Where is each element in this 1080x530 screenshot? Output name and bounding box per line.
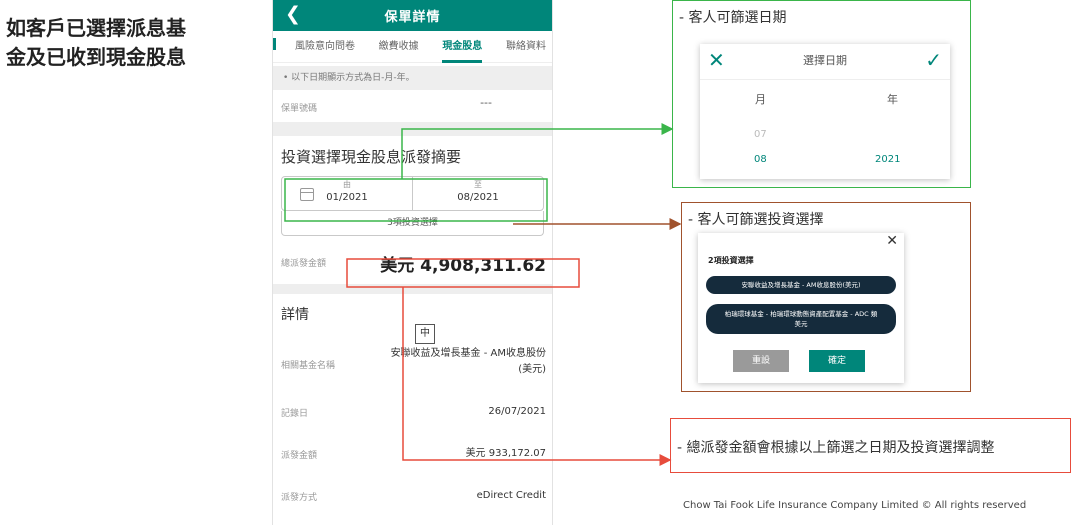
copyright-notice: Chow Tai Fook Life Insurance Company Lim… bbox=[683, 500, 1027, 511]
section-divider-2 bbox=[273, 284, 552, 294]
phone-screen: ❮ 保單詳情 風險意向問卷 繳費收據 現金股息 聯絡資料 • 以下日期顯示方式為… bbox=[272, 0, 553, 525]
investment-filter-button[interactable]: 3項投資選擇 bbox=[281, 211, 544, 236]
detail-label-method: 派發方式 bbox=[281, 493, 318, 503]
investment-chip-1[interactable]: 安聯收益及增長基金 - AM收息股份(美元) bbox=[706, 276, 896, 294]
policy-number-value: --- bbox=[480, 96, 492, 109]
total-adjust-caption: - 總派發金額會根據以上篩選之日期及投資選擇調整 bbox=[677, 440, 995, 456]
tab-risk-questionnaire[interactable]: 風險意向問卷 bbox=[295, 31, 355, 63]
heading-line-2: 金及已收到現金股息 bbox=[6, 45, 186, 69]
month-option-07[interactable]: 07 bbox=[754, 129, 767, 140]
detail-value-method: eDirect Credit bbox=[476, 490, 546, 501]
picker-divider bbox=[700, 79, 950, 80]
detail-row-record-date: 記錄日 26/07/2021 bbox=[273, 390, 552, 432]
policy-number-row: 保單號碼 --- bbox=[273, 90, 552, 122]
heading-line-1: 如客戶已選擇派息基 bbox=[6, 16, 186, 40]
date-filter-callout: - 客人可篩選日期 ✕ 選擇日期 ✓ 月 年 07 08 2021 bbox=[672, 0, 971, 188]
detail-label-amount: 派發金額 bbox=[281, 451, 318, 461]
date-from-field[interactable]: 由 01/2021 bbox=[282, 177, 412, 210]
investment-filter-callout: - 客人可篩選投資選擇 ✕ 2項投資選擇 安聯收益及增長基金 - AM收息股份(… bbox=[681, 202, 971, 392]
detail-row-amount: 派發金額 美元 933,172.07 bbox=[273, 432, 552, 474]
tab-cash-dividend[interactable]: 現金股息 bbox=[442, 31, 483, 63]
app-header: ❮ 保單詳情 bbox=[273, 0, 552, 31]
reset-button[interactable]: 重設 bbox=[733, 350, 789, 372]
tab-bar: 風險意向問卷 繳費收據 現金股息 聯絡資料 bbox=[273, 31, 552, 63]
tab-contact-info[interactable]: 聯絡資料 bbox=[506, 31, 546, 63]
details-title: 詳情 bbox=[281, 307, 309, 323]
policy-number-label: 保單號碼 bbox=[281, 104, 318, 114]
date-filter-caption: - 客人可篩選日期 bbox=[679, 10, 787, 26]
investment-filter-caption: - 客人可篩選投資選擇 bbox=[688, 212, 824, 228]
date-to-value: 08/2021 bbox=[457, 192, 499, 203]
detail-label-fund: 相關基金名稱 bbox=[281, 361, 336, 371]
total-payout-row: 總派發金額 美元 4,908,311.62 bbox=[273, 236, 552, 284]
tab-payment-receipts[interactable]: 繳費收據 bbox=[379, 31, 419, 63]
app-title: 保單詳情 bbox=[384, 10, 441, 25]
investment-filter-dialog: ✕ 2項投資選擇 安聯收益及增長基金 - AM收息股份(美元) 柏瑞環球基金 -… bbox=[698, 233, 904, 383]
date-picker-title: 選擇日期 bbox=[803, 54, 847, 67]
section-divider bbox=[273, 122, 552, 136]
date-from-caption: 由 bbox=[343, 180, 351, 189]
investment-chip-2[interactable]: 柏瑞環球基金 - 柏瑞環球動態資產配置基金 - ADC 類美元 bbox=[706, 304, 896, 334]
date-from-value: 01/2021 bbox=[326, 192, 368, 203]
slide-heading: 如客戶已選擇派息基 金及已收到現金股息 bbox=[6, 14, 256, 72]
detail-value-record-date: 26/07/2021 bbox=[488, 406, 546, 417]
date-range-filter[interactable]: 由 01/2021 至 08/2021 bbox=[281, 176, 544, 211]
confirm-button[interactable]: 確定 bbox=[809, 350, 865, 372]
detail-value-fund: 安聯收益及增長基金 - AM收息股份(美元) bbox=[390, 348, 546, 375]
total-adjust-callout: - 總派發金額會根據以上篩選之日期及投資選擇調整 bbox=[670, 418, 1071, 473]
detail-label-record-date: 記錄日 bbox=[281, 409, 309, 419]
checkmark-icon[interactable]: ✓ bbox=[925, 48, 942, 72]
detail-value-amount: 美元 933,172.07 bbox=[465, 448, 546, 459]
total-payout-label: 總派發金額 bbox=[281, 259, 327, 269]
investment-count-title: 2項投資選擇 bbox=[708, 256, 754, 265]
month-option-selected[interactable]: 08 bbox=[754, 154, 767, 165]
year-column-label: 年 bbox=[887, 93, 898, 106]
details-header: 詳情 中 bbox=[273, 294, 552, 344]
detail-row-method: 派發方式 eDirect Credit bbox=[273, 474, 552, 516]
date-picker-dialog: ✕ 選擇日期 ✓ 月 年 07 08 2021 bbox=[700, 44, 950, 179]
tab-left-marker bbox=[273, 38, 276, 50]
year-option-selected[interactable]: 2021 bbox=[875, 154, 900, 165]
close-icon[interactable]: ✕ bbox=[886, 233, 898, 249]
date-to-field[interactable]: 至 08/2021 bbox=[412, 177, 543, 210]
date-to-caption: 至 bbox=[474, 180, 482, 189]
date-format-notice: • 以下日期顯示方式為日-月-年。 bbox=[273, 66, 552, 90]
total-payout-value: 美元 4,908,311.62 bbox=[380, 256, 546, 276]
month-column-label: 月 bbox=[755, 93, 766, 106]
dividend-summary-title: 投資選擇現金股息派發摘要 bbox=[281, 148, 462, 166]
detail-row-fund: 相關基金名稱 安聯收益及增長基金 - AM收息股份(美元) bbox=[273, 336, 552, 390]
